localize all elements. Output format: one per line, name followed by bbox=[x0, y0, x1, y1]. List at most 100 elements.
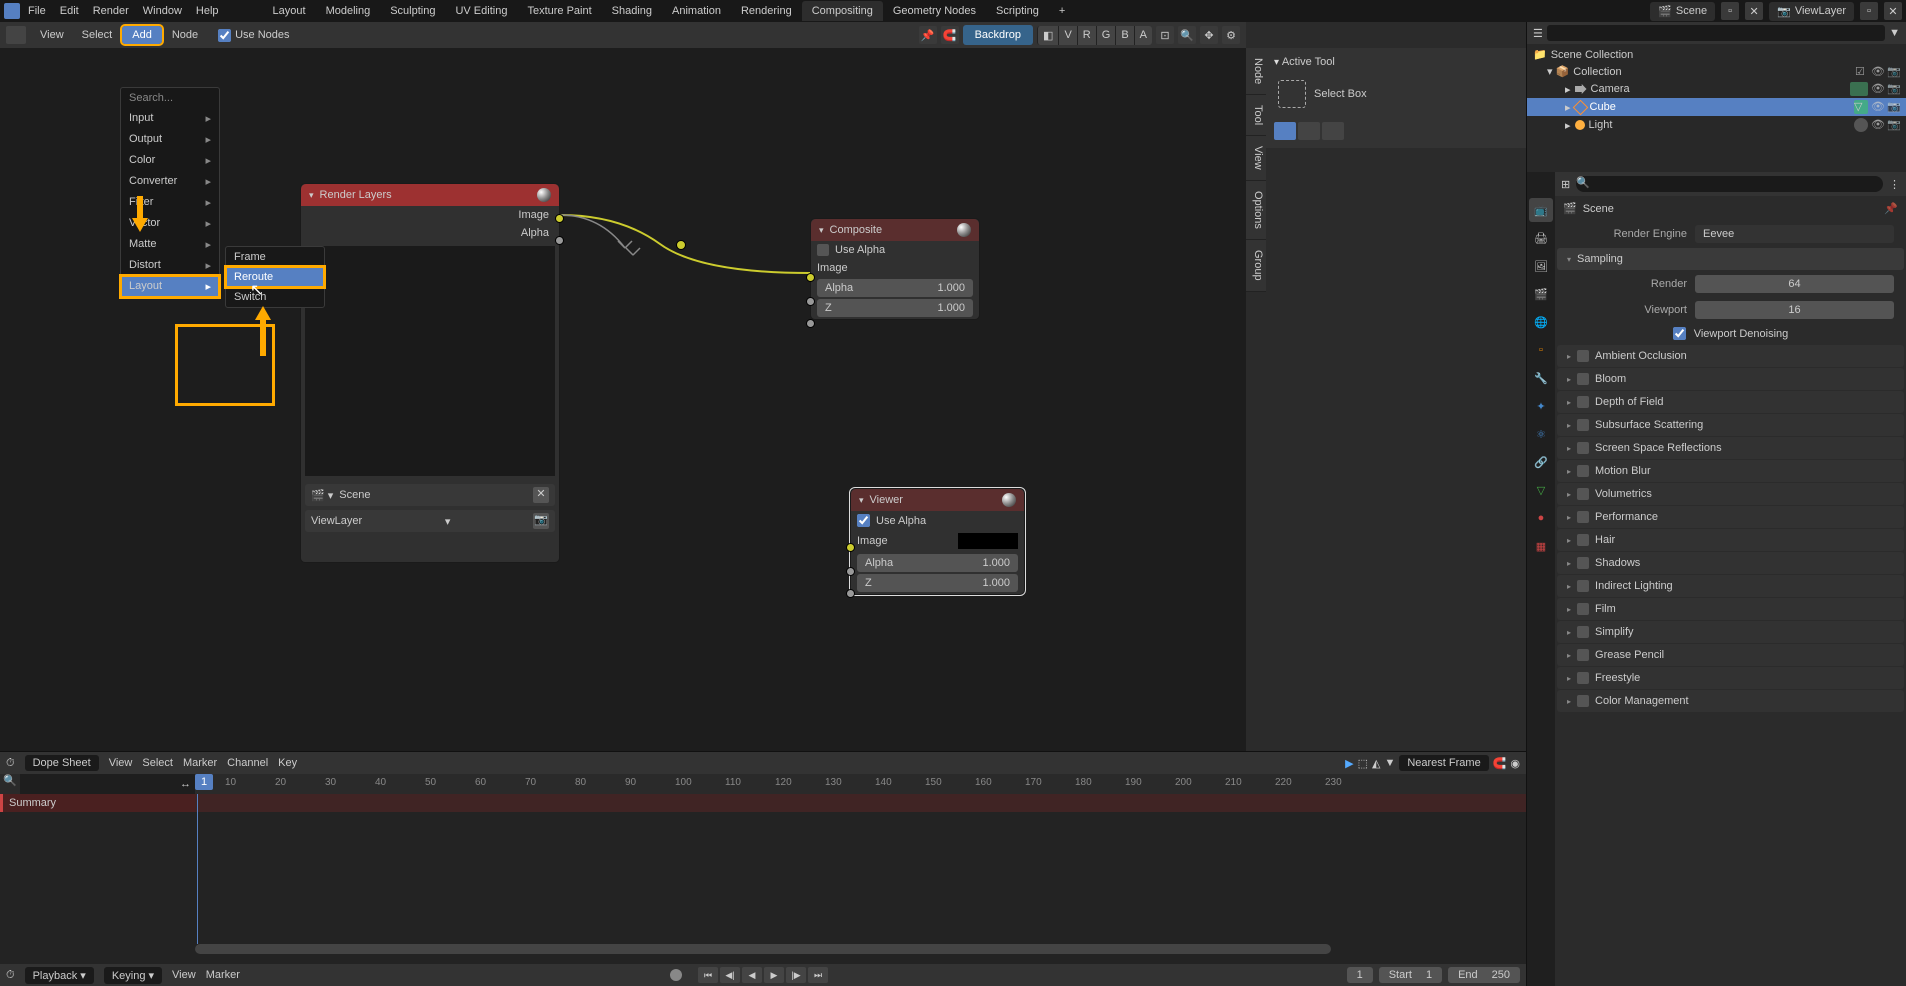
socket-alpha-in[interactable] bbox=[846, 567, 855, 576]
menu-select[interactable]: Select bbox=[74, 26, 121, 44]
mesh-data-icon[interactable]: ▽ bbox=[1854, 100, 1868, 114]
snap-icon[interactable]: 🧲 bbox=[1493, 757, 1507, 770]
render-engine-dropdown[interactable]: Eevee bbox=[1695, 225, 1894, 243]
current-frame-indicator[interactable]: 1 bbox=[195, 774, 213, 790]
play-icon[interactable]: ▶ bbox=[1345, 757, 1353, 770]
menu-node[interactable]: Node bbox=[164, 26, 206, 44]
tab-physics[interactable]: ⚛ bbox=[1529, 422, 1553, 446]
scene-collection-row[interactable]: 📁 Scene Collection bbox=[1527, 46, 1906, 63]
viewlayer-field[interactable]: ViewLayer ▾ 📷 bbox=[305, 510, 555, 532]
submenu-reroute[interactable]: Reroute bbox=[226, 267, 324, 287]
render-layers-node[interactable]: ▾Render Layers Image Alpha 🎬 ▾ Scene✕ Vi… bbox=[300, 183, 560, 563]
play-button[interactable]: ▶ bbox=[764, 967, 784, 983]
channel-combined[interactable]: ◧ bbox=[1037, 26, 1058, 45]
scene-selector[interactable]: 🎬 Scene bbox=[1650, 2, 1715, 21]
section-ambient-occlusion[interactable]: ▸Ambient Occlusion bbox=[1557, 345, 1904, 367]
menu-filter[interactable]: Filter▸ bbox=[121, 192, 219, 213]
end-frame-input[interactable]: End250 bbox=[1448, 967, 1520, 983]
add-menu-button[interactable]: Add bbox=[122, 26, 162, 44]
playback-dropdown[interactable]: Playback ▾ bbox=[25, 967, 94, 984]
proportional-icon[interactable]: ◉ bbox=[1510, 757, 1520, 770]
tab-scene[interactable]: 🎬 bbox=[1529, 282, 1553, 306]
use-alpha-row[interactable]: Use Alpha bbox=[811, 241, 979, 259]
start-frame-input[interactable]: Start1 bbox=[1379, 967, 1442, 983]
scene-name[interactable]: Scene bbox=[1583, 203, 1614, 215]
section-shadows[interactable]: ▸Shadows bbox=[1557, 552, 1904, 574]
alpha-input[interactable]: Alpha1.000 bbox=[857, 554, 1018, 572]
delete-viewlayer-button[interactable]: ✕ bbox=[1884, 2, 1902, 20]
compositor-node-editor[interactable]: ▾Render Layers Image Alpha 🎬 ▾ Scene✕ Vi… bbox=[0, 48, 1246, 751]
section-grease-pencil[interactable]: ▸Grease Pencil bbox=[1557, 644, 1904, 666]
scene-field[interactable]: 🎬 ▾ Scene✕ bbox=[305, 484, 555, 506]
section-depth-of-field[interactable]: ▸Depth of Field bbox=[1557, 391, 1904, 413]
section-motion-blur[interactable]: ▸Motion Blur bbox=[1557, 460, 1904, 482]
tab-shading[interactable]: Shading bbox=[602, 1, 662, 21]
camera-row[interactable]: ▸ Camera👁📷 bbox=[1527, 80, 1906, 98]
socket-image-in[interactable] bbox=[846, 543, 855, 552]
section-color-management[interactable]: ▸Color Management bbox=[1557, 690, 1904, 712]
denoise-checkbox[interactable] bbox=[1673, 327, 1686, 340]
socket-alpha-in[interactable] bbox=[806, 297, 815, 306]
viewer-node[interactable]: ▾Viewer Use Alpha Image Alpha1.000 Z1.00… bbox=[850, 488, 1025, 595]
socket-image-in[interactable] bbox=[806, 273, 815, 282]
menu-view[interactable]: View bbox=[109, 757, 133, 769]
viewport-samples-input[interactable]: 16 bbox=[1695, 301, 1894, 319]
viewlayer-selector[interactable]: 📷 ViewLayer bbox=[1769, 2, 1854, 21]
keying-dropdown[interactable]: Keying ▾ bbox=[104, 967, 162, 984]
arrows-icon[interactable]: ↔ bbox=[180, 778, 191, 790]
menu-channel[interactable]: Channel bbox=[227, 757, 268, 769]
light-data-icon[interactable] bbox=[1854, 118, 1868, 132]
menu-color[interactable]: Color▸ bbox=[121, 150, 219, 171]
submenu-frame[interactable]: Frame bbox=[226, 247, 324, 267]
render-button[interactable]: 📷 bbox=[533, 513, 549, 529]
collection-row[interactable]: ▾ 📦 Collection☑👁📷 bbox=[1527, 63, 1906, 80]
tab-compositing[interactable]: Compositing bbox=[802, 1, 883, 21]
collapse-icon[interactable]: ▾ bbox=[819, 225, 824, 236]
node-header[interactable]: ▾Viewer bbox=[851, 489, 1024, 511]
socket-z-in[interactable] bbox=[846, 589, 855, 598]
section-subsurface-scattering[interactable]: ▸Subsurface Scattering bbox=[1557, 414, 1904, 436]
tab-uv[interactable]: UV Editing bbox=[445, 1, 517, 21]
mode-dropdown[interactable]: Dope Sheet bbox=[25, 755, 99, 771]
editor-type-icon[interactable]: ⏱ bbox=[6, 757, 15, 770]
composite-node[interactable]: ▾Composite Use Alpha Image Alpha1.000 Z1… bbox=[810, 218, 980, 320]
eye-icon[interactable]: 👁 bbox=[1871, 118, 1884, 131]
section-volumetrics[interactable]: ▸Volumetrics bbox=[1557, 483, 1904, 505]
sel-icon[interactable]: ⬚ bbox=[1358, 757, 1368, 770]
menu-file[interactable]: File bbox=[28, 5, 46, 17]
viewport-denoise-row[interactable]: Viewport Denoising bbox=[1555, 323, 1906, 344]
filter-icon[interactable]: ▼ bbox=[1384, 757, 1395, 769]
tab-rendering[interactable]: Rendering bbox=[731, 1, 802, 21]
sel-icon2[interactable]: ◭ bbox=[1372, 757, 1380, 770]
pin-icon[interactable]: 📌 bbox=[919, 26, 937, 44]
summary-channel[interactable]: Summary bbox=[0, 794, 195, 812]
channel-g[interactable]: G bbox=[1096, 26, 1116, 45]
camera-data-icon[interactable] bbox=[1850, 82, 1868, 96]
menu-marker[interactable]: Marker bbox=[206, 969, 240, 981]
menu-marker[interactable]: Marker bbox=[183, 757, 217, 769]
menu-help[interactable]: Help bbox=[196, 5, 219, 17]
editor-type-icon[interactable]: ⏱ bbox=[6, 969, 15, 982]
submenu-switch[interactable]: Switch bbox=[226, 287, 324, 307]
tab-modifier[interactable]: 🔧 bbox=[1529, 366, 1553, 390]
snap-dropdown[interactable]: Nearest Frame bbox=[1399, 755, 1488, 771]
node-header[interactable]: ▾Render Layers bbox=[301, 184, 559, 206]
scrollbar-thumb[interactable] bbox=[195, 944, 1331, 954]
image-preview[interactable] bbox=[958, 533, 1018, 549]
section-indirect-lighting[interactable]: ▸Indirect Lighting bbox=[1557, 575, 1904, 597]
eye-icon[interactable]: 👁 bbox=[1871, 100, 1884, 113]
z-input[interactable]: Z1.000 bbox=[817, 299, 973, 317]
use-nodes-checkbox[interactable] bbox=[218, 29, 231, 42]
outliner-search[interactable] bbox=[1547, 25, 1885, 41]
current-frame-input[interactable]: 1 bbox=[1347, 967, 1373, 983]
timeline-ruler[interactable]: 🔍 ↔ 1 1020304050607080901001101201301401… bbox=[0, 774, 1526, 794]
section-freestyle[interactable]: ▸Freestyle bbox=[1557, 667, 1904, 689]
properties-search[interactable]: 🔍 bbox=[1576, 176, 1883, 192]
playhead[interactable] bbox=[197, 794, 198, 944]
eye-icon[interactable]: 👁 bbox=[1871, 65, 1884, 78]
keyframe-prev-button[interactable]: ◀| bbox=[720, 967, 740, 983]
socket-z-in[interactable] bbox=[806, 319, 815, 328]
mode-3[interactable] bbox=[1322, 122, 1344, 140]
tab-texture[interactable]: ▦ bbox=[1529, 534, 1553, 558]
node-header[interactable]: ▾Composite bbox=[811, 219, 979, 241]
